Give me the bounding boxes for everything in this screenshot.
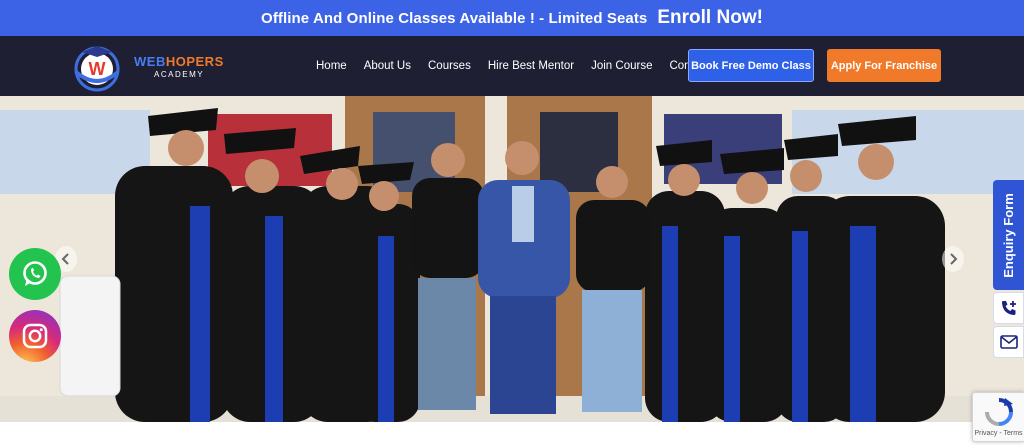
hero-group-photo [0,96,1024,422]
chevron-left-icon [61,253,69,265]
nav-item-join-course[interactable]: Join Course [591,60,652,72]
nav-item-courses[interactable]: Courses [428,60,471,72]
enquiry-form-label: Enquiry Form [1001,192,1017,278]
instagram-button[interactable] [9,310,61,362]
phone-plus-icon [1001,301,1016,315]
announcement-bar: Offline And Online Classes Available ! -… [0,0,1024,36]
enroll-now-link[interactable]: Enroll Now! [657,7,763,29]
recaptcha-icon [984,398,1013,426]
book-free-demo-button[interactable]: Book Free Demo Class [688,49,814,82]
main-navbar: W WEBHOPERS ACADEMY Home About Us Course… [0,36,1024,96]
whatsapp-icon [23,261,47,286]
logo-emblem-icon: W [68,42,126,92]
whatsapp-button[interactable] [9,248,61,300]
nav-item-about-us[interactable]: About Us [364,60,411,72]
email-button[interactable] [993,326,1024,358]
chevron-right-icon [950,253,958,265]
recaptcha-links[interactable]: Privacy - Terms [974,430,1022,437]
nav-item-home[interactable]: Home [316,60,347,72]
logo-title-hopers: HOPERS [165,54,224,69]
slider-next-button[interactable] [942,246,964,272]
apply-franchise-button[interactable]: Apply For Franchise [827,49,941,82]
svg-text:W: W [89,59,106,79]
logo-title-web: WEB [134,54,166,69]
instagram-icon [22,323,48,349]
logo-subtitle: ACADEMY [154,70,205,79]
site-logo[interactable]: W WEBHOPERS ACADEMY [68,42,238,92]
call-button[interactable] [993,292,1024,324]
mail-icon [999,335,1018,349]
enquiry-form-tab[interactable]: Enquiry Form [993,180,1024,290]
nav-item-hire-best-mentor[interactable]: Hire Best Mentor [488,60,574,72]
nav-menu: Home About Us Courses Hire Best Mentor J… [316,36,726,96]
hero-slider [0,96,1024,422]
announcement-message: Offline And Online Classes Available ! -… [261,9,648,27]
recaptcha-badge[interactable]: Privacy - Terms [972,392,1024,442]
